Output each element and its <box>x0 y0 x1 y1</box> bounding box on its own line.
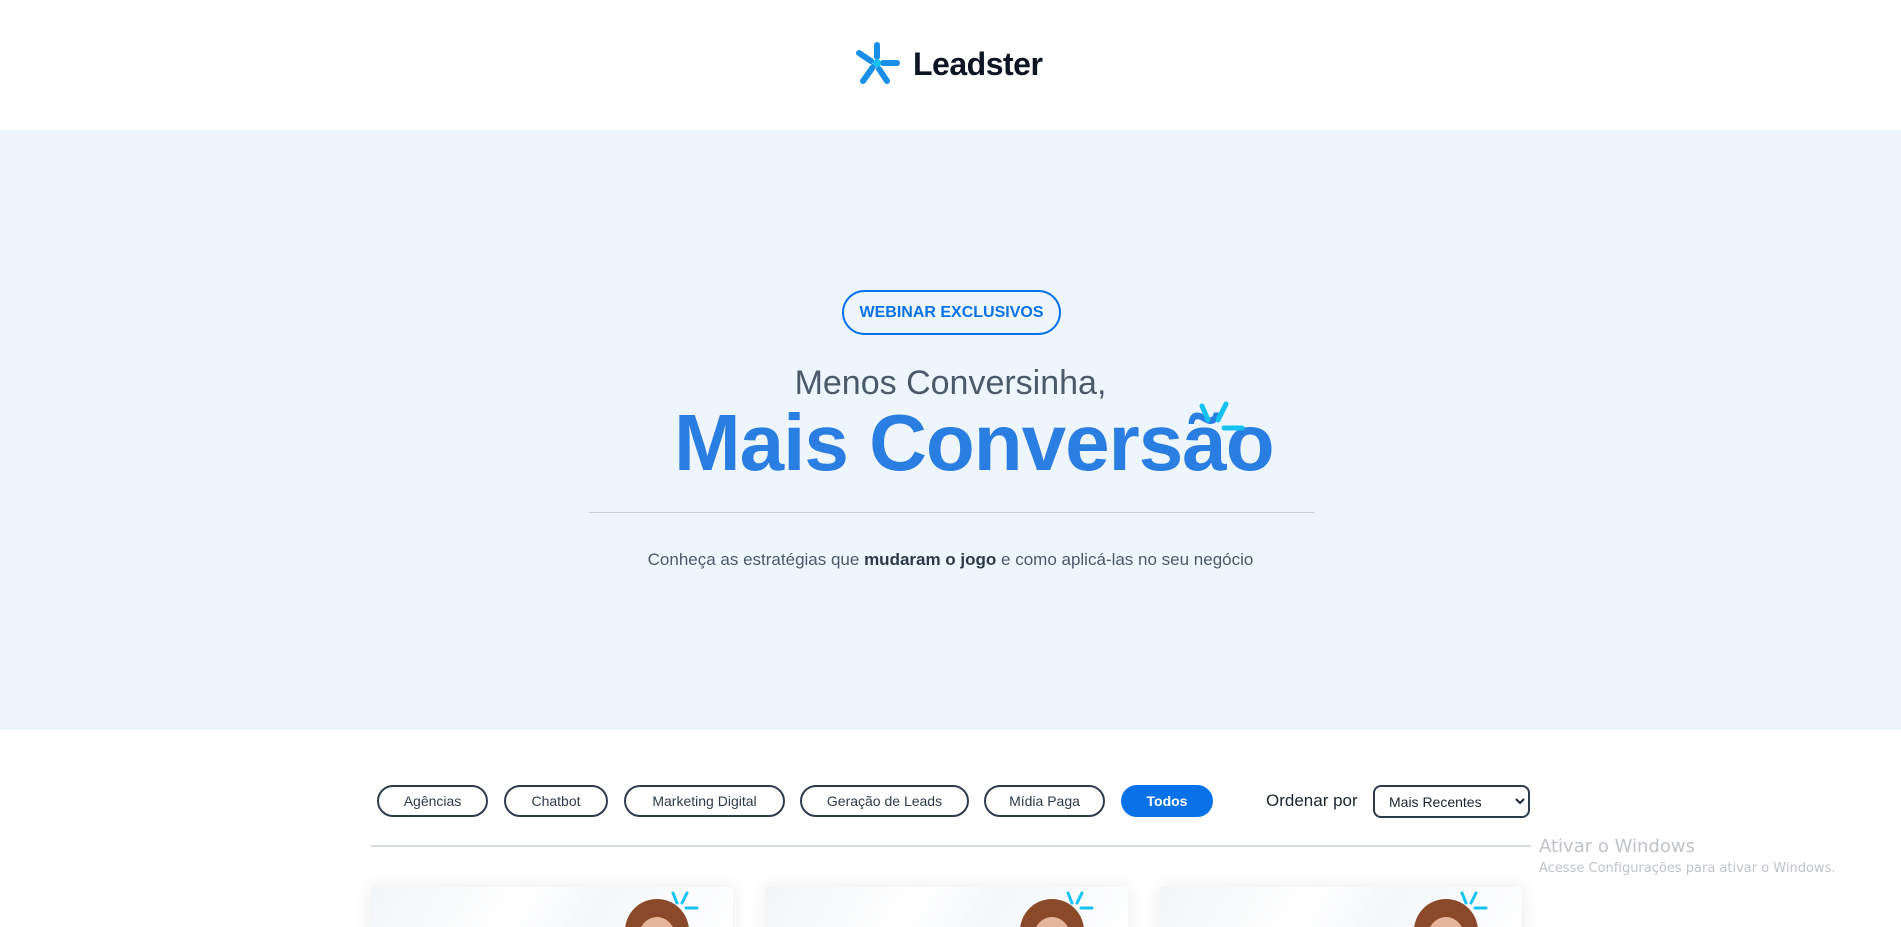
webinar-card[interactable] <box>1160 887 1522 927</box>
card-spark-icon <box>1066 891 1094 910</box>
description-text-end: e como aplicá-las no seu negócio <box>996 550 1254 569</box>
watermark-title: Ativar o Windows <box>1539 836 1695 857</box>
hero-description: Conheça as estratégias que mudaram o jog… <box>0 550 1901 570</box>
filter-bar: Agências Chatbot Marketing Digital Geraç… <box>0 783 1901 823</box>
site-header: Leadster <box>0 0 1901 130</box>
hero-section: WEBINAR EXCLUSIVOS Menos Conversinha, Ma… <box>0 130 1901 730</box>
sort-select[interactable]: Mais Recentes <box>1373 785 1530 818</box>
filter-divider <box>371 845 1531 847</box>
hero-divider <box>589 512 1314 513</box>
filter-todos-button[interactable]: Todos <box>1121 785 1213 817</box>
windows-activation-watermark: Ativar o Windows Acesse Configurações pa… <box>1539 836 1835 876</box>
filter-agencias-button[interactable]: Agências <box>377 785 488 817</box>
card-spark-icon <box>671 891 699 910</box>
leadster-spark-icon <box>856 42 900 84</box>
filter-midia-paga-button[interactable]: Mídia Paga <box>984 785 1105 817</box>
webinar-card[interactable] <box>371 887 733 927</box>
webinar-badge: WEBINAR EXCLUSIVOS <box>842 290 1061 335</box>
filter-chatbot-button[interactable]: Chatbot <box>504 785 608 817</box>
filter-geracao-de-leads-button[interactable]: Geração de Leads <box>800 785 969 817</box>
sort-label: Ordenar por <box>1266 791 1358 810</box>
spark-accent-icon <box>1199 401 1245 431</box>
description-text: Conheça as estratégias que <box>647 550 865 569</box>
hero-title: Mais Conversão <box>674 398 1275 487</box>
watermark-subtitle: Acesse Configurações para ativar o Windo… <box>1539 861 1836 876</box>
leadster-logo[interactable]: Leadster <box>853 40 1043 88</box>
card-spark-icon <box>1460 891 1488 910</box>
filter-marketing-digital-button[interactable]: Marketing Digital <box>624 785 785 817</box>
webinar-card[interactable] <box>766 887 1128 927</box>
description-bold: mudaram o jogo <box>864 550 997 569</box>
logo-text: Leadster <box>913 45 1043 82</box>
